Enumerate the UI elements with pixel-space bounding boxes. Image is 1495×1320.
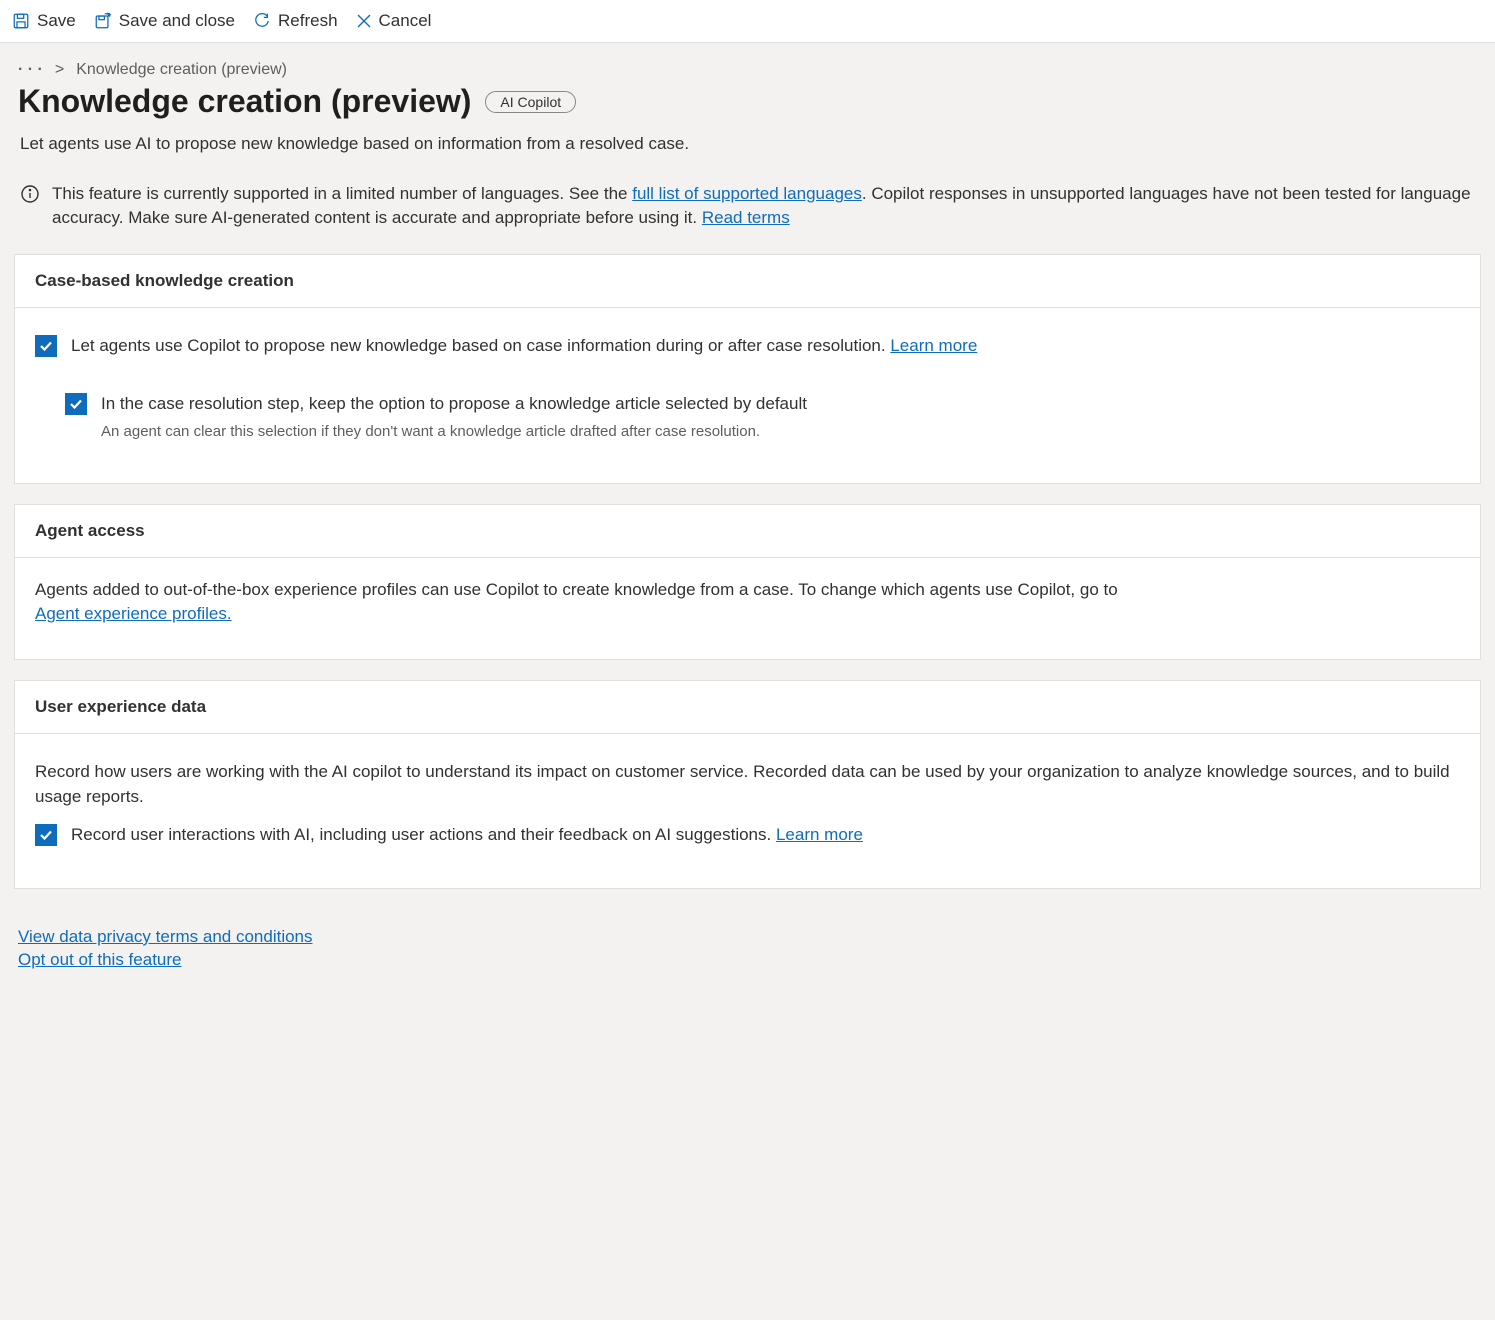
save-close-icon <box>94 12 112 30</box>
default-selected-label: In the case resolution step, keep the op… <box>101 392 807 417</box>
ux-data-card-title: User experience data <box>15 681 1480 734</box>
save-button[interactable]: Save <box>12 11 76 31</box>
breadcrumb: · · · > Knowledge creation (preview) <box>0 43 1495 83</box>
command-bar: Save Save and close Refresh Cancel <box>0 0 1495 43</box>
record-interactions-checkbox[interactable] <box>35 824 57 846</box>
refresh-button[interactable]: Refresh <box>253 11 338 31</box>
opt-out-link[interactable]: Opt out of this feature <box>18 950 181 970</box>
breadcrumb-current: Knowledge creation (preview) <box>76 61 287 79</box>
info-banner: This feature is currently supported in a… <box>0 182 1495 254</box>
breadcrumb-separator: > <box>55 61 64 79</box>
cancel-label: Cancel <box>379 11 432 31</box>
save-close-label: Save and close <box>119 11 235 31</box>
read-terms-link[interactable]: Read terms <box>702 208 790 227</box>
page-description: Let agents use AI to propose new knowled… <box>0 124 1495 182</box>
ux-data-text: Record how users are working with the AI… <box>35 760 1460 809</box>
supported-languages-link[interactable]: full list of supported languages <box>632 184 862 203</box>
refresh-icon <box>253 12 271 30</box>
page-title: Knowledge creation (preview) <box>18 83 471 120</box>
agent-experience-profiles-link[interactable]: Agent experience profiles. <box>35 604 232 623</box>
propose-knowledge-label: Let agents use Copilot to propose new kn… <box>71 334 977 359</box>
info-icon <box>20 184 40 211</box>
agent-access-card-title: Agent access <box>15 505 1480 558</box>
save-label: Save <box>37 11 76 31</box>
default-selected-checkbox[interactable] <box>65 393 87 415</box>
footer-links: View data privacy terms and conditions O… <box>0 909 1495 1030</box>
refresh-label: Refresh <box>278 11 338 31</box>
cancel-button[interactable]: Cancel <box>356 11 432 31</box>
record-interactions-label: Record user interactions with AI, includ… <box>71 823 863 848</box>
ai-copilot-badge: AI Copilot <box>485 91 576 113</box>
save-and-close-button[interactable]: Save and close <box>94 11 235 31</box>
save-icon <box>12 12 30 30</box>
learn-more-link[interactable]: Learn more <box>890 336 977 355</box>
ux-data-card: User experience data Record how users ar… <box>14 680 1481 889</box>
close-icon <box>356 13 372 29</box>
agent-access-card: Agent access Agents added to out-of-the-… <box>14 504 1481 660</box>
page-header: Knowledge creation (preview) AI Copilot <box>0 83 1495 124</box>
propose-knowledge-checkbox[interactable] <box>35 335 57 357</box>
agent-access-text: Agents added to out-of-the-box experienc… <box>15 558 1480 659</box>
blank-area <box>0 1030 1495 1310</box>
default-selected-setting: In the case resolution step, keep the op… <box>65 392 1460 417</box>
privacy-terms-link[interactable]: View data privacy terms and conditions <box>18 927 313 947</box>
case-based-card: Case-based knowledge creation Let agents… <box>14 254 1481 484</box>
learn-more-ux-link[interactable]: Learn more <box>776 825 863 844</box>
case-based-card-title: Case-based knowledge creation <box>15 255 1480 308</box>
breadcrumb-overflow-icon[interactable]: · · · <box>18 61 43 79</box>
propose-knowledge-setting: Let agents use Copilot to propose new kn… <box>35 334 1460 359</box>
info-text: This feature is currently supported in a… <box>52 182 1475 230</box>
record-interactions-setting: Record user interactions with AI, includ… <box>35 823 1460 848</box>
default-selected-subtext: An agent can clear this selection if the… <box>101 421 1460 443</box>
